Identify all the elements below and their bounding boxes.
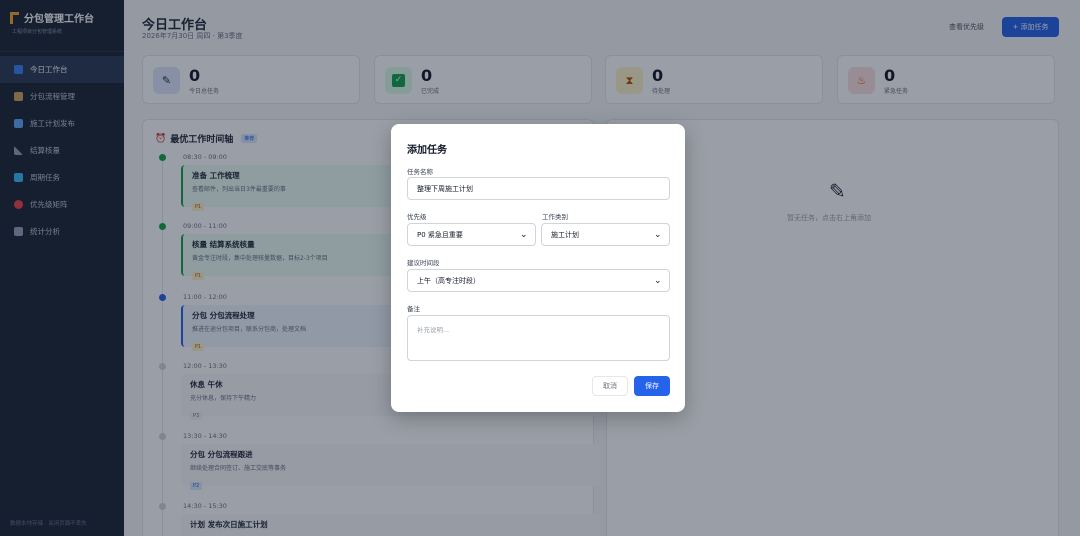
time-slot-label: 建议时间段 [407, 259, 440, 267]
category-select[interactable]: 施工计划 ⌄ [541, 223, 670, 246]
time-slot-select[interactable]: 上午（高专注时段） ⌄ [407, 269, 670, 292]
priority-select-value: P0 紧急且重要 [417, 230, 463, 239]
task-name-label: 任务名称 [407, 168, 433, 176]
priority-select[interactable]: P0 紧急且重要 ⌄ [407, 223, 536, 246]
save-button[interactable]: 保存 [634, 376, 670, 396]
category-label: 工作类别 [542, 213, 568, 221]
note-label: 备注 [407, 305, 420, 313]
time-slot-select-value: 上午（高专注时段） [417, 276, 480, 285]
category-select-value: 施工计划 [551, 230, 579, 239]
priority-label: 优先级 [407, 213, 427, 221]
note-textarea[interactable]: 补充说明... [407, 315, 670, 361]
cancel-button[interactable]: 取消 [592, 376, 628, 396]
add-task-modal: 添加任务 任务名称 整理下周施工计划 优先级 P0 紧急且重要 ⌄ 工作类别 施… [391, 124, 685, 412]
task-name-input[interactable]: 整理下周施工计划 [407, 177, 670, 200]
modal-title: 添加任务 [407, 145, 447, 156]
chevron-down-icon: ⌄ [654, 276, 662, 286]
chevron-down-icon: ⌄ [520, 230, 528, 240]
chevron-down-icon: ⌄ [654, 230, 662, 240]
